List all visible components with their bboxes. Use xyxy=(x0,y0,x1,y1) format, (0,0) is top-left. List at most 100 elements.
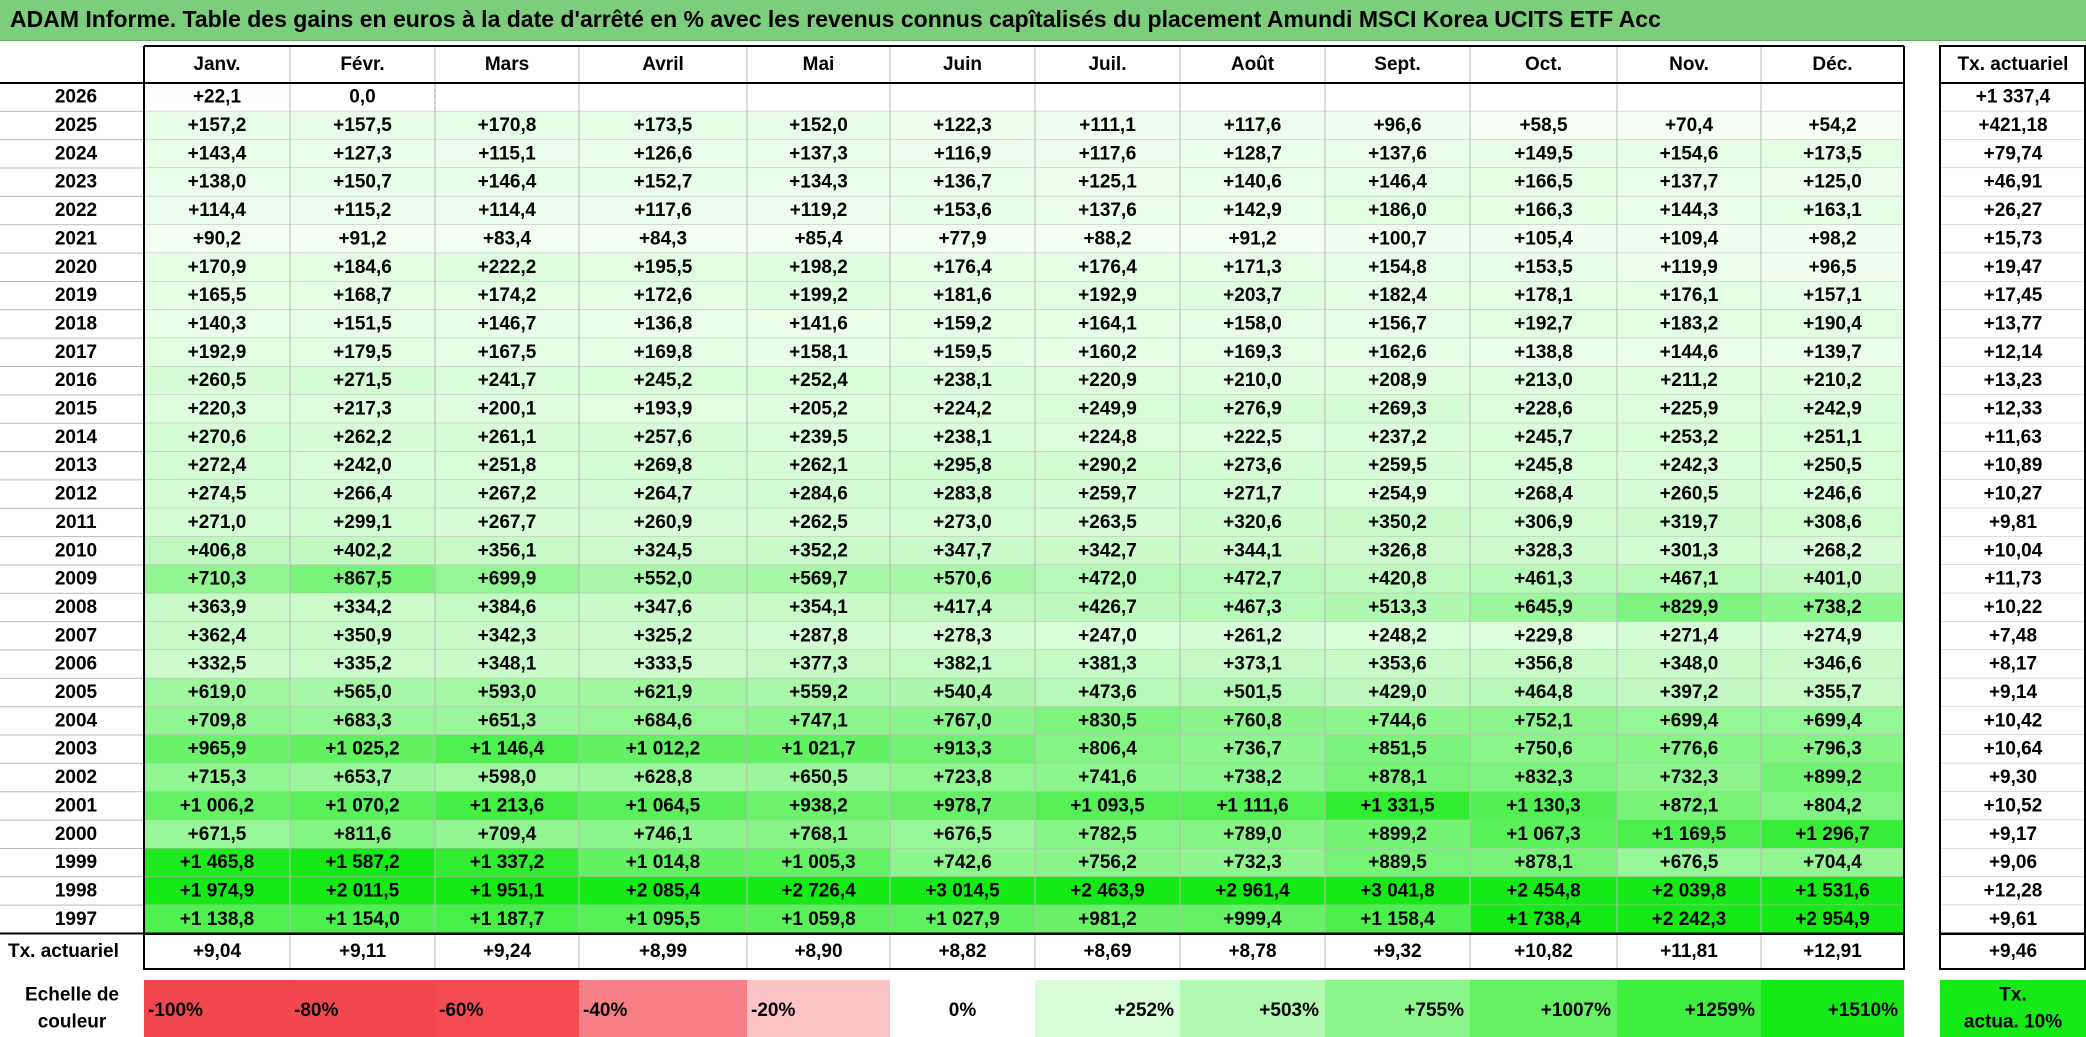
value-text: +140,6 xyxy=(1223,172,1282,193)
value-text: +186,0 xyxy=(1368,200,1427,221)
value-text: +832,3 xyxy=(1514,767,1573,788)
value-text: +171,3 xyxy=(1223,257,1282,278)
value-text: +144,6 xyxy=(1660,342,1719,363)
value-text: +2 454,8 xyxy=(1506,880,1581,901)
value-text: +152,7 xyxy=(634,172,693,193)
value-text: +273,6 xyxy=(1223,455,1282,476)
value-text: +116,9 xyxy=(934,143,992,164)
value-text: +999,4 xyxy=(1223,909,1282,930)
footer-value: +12,91 xyxy=(1803,941,1862,962)
value-text: +350,2 xyxy=(1368,512,1427,533)
value-text: +1 331,5 xyxy=(1360,795,1435,816)
value-text: +738,2 xyxy=(1803,597,1862,618)
value-text: +350,9 xyxy=(333,625,392,646)
value-text: +333,5 xyxy=(634,654,693,675)
value-text: +211,2 xyxy=(1660,370,1718,391)
value-text: +170,9 xyxy=(188,257,247,278)
value-text: +867,5 xyxy=(333,569,392,590)
value-text: 0,0 xyxy=(349,87,375,108)
value-cell xyxy=(890,83,1035,112)
value-text: +125,1 xyxy=(1078,172,1137,193)
value-text: +2 085,4 xyxy=(626,880,701,901)
value-text: +467,1 xyxy=(1660,569,1719,590)
footer-value: +8,69 xyxy=(1083,941,1131,962)
value-text: +192,7 xyxy=(1514,313,1573,334)
value-text: +242,3 xyxy=(1660,455,1719,476)
value-text: +402,2 xyxy=(333,540,392,561)
value-text: +362,4 xyxy=(188,625,247,646)
value-text: +938,2 xyxy=(789,795,848,816)
value-text: +117,6 xyxy=(1224,115,1282,136)
year-label: 2005 xyxy=(55,682,98,703)
month-header: Sept. xyxy=(1374,54,1420,75)
value-text: +290,2 xyxy=(1078,455,1137,476)
value-text: +146,4 xyxy=(1368,172,1427,193)
year-label: 2000 xyxy=(55,824,97,845)
value-text: +193,9 xyxy=(634,399,693,420)
value-text: +746,1 xyxy=(634,824,693,845)
value-text: +241,7 xyxy=(478,370,537,391)
value-text: +752,1 xyxy=(1514,710,1573,731)
footer-value: +9,24 xyxy=(483,941,532,962)
year-label: 2016 xyxy=(55,370,97,391)
value-text: +252,4 xyxy=(789,370,848,391)
value-text: +222,2 xyxy=(478,257,537,278)
value-text: +981,2 xyxy=(1078,909,1137,930)
value-text: +1 064,5 xyxy=(626,795,701,816)
scale-label: Echelle de xyxy=(25,985,119,1006)
value-text: +22,1 xyxy=(193,87,242,108)
value-text: +153,6 xyxy=(933,200,992,221)
year-label: 2002 xyxy=(55,767,97,788)
value-text: +203,7 xyxy=(1223,285,1282,306)
value-text: +85,4 xyxy=(794,228,843,249)
value-text: +96,6 xyxy=(1373,115,1421,136)
value-text: +598,0 xyxy=(478,767,537,788)
value-text: +91,2 xyxy=(338,228,386,249)
value-text: +208,9 xyxy=(1368,370,1427,391)
value-text: +332,5 xyxy=(188,654,247,675)
value-text: +676,5 xyxy=(1660,852,1719,873)
rate-text: +421,18 xyxy=(1978,115,2047,136)
value-text: +166,3 xyxy=(1514,200,1573,221)
value-text: +352,2 xyxy=(789,540,848,561)
value-text: +878,1 xyxy=(1368,767,1427,788)
month-header: Août xyxy=(1231,54,1275,75)
value-text: +205,2 xyxy=(789,399,848,420)
value-cell xyxy=(579,83,747,112)
value-text: +1 169,5 xyxy=(1652,824,1727,845)
month-header: Oct. xyxy=(1525,54,1562,75)
value-text: +169,8 xyxy=(634,342,693,363)
rate-text: +1 337,4 xyxy=(1976,87,2051,108)
value-text: +540,4 xyxy=(933,682,992,703)
value-text: +127,3 xyxy=(333,143,392,164)
value-text: +100,7 xyxy=(1368,228,1427,249)
value-text: +195,5 xyxy=(634,257,693,278)
value-cell xyxy=(1180,83,1325,112)
scale-step-label: +755% xyxy=(1404,1000,1464,1021)
value-text: +146,7 xyxy=(478,313,537,334)
year-label: 2024 xyxy=(55,143,98,164)
value-text: +324,5 xyxy=(634,540,693,561)
value-text: +88,2 xyxy=(1083,228,1131,249)
scale-step-label: -100% xyxy=(148,1000,203,1021)
value-text: +334,2 xyxy=(333,597,392,618)
rate-text: +9,17 xyxy=(1989,824,2037,845)
value-text: +263,5 xyxy=(1078,512,1137,533)
value-text: +151,5 xyxy=(333,313,392,334)
value-text: +54,2 xyxy=(1808,115,1856,136)
scale-step-label: +1510% xyxy=(1828,1000,1898,1021)
value-text: +467,3 xyxy=(1223,597,1282,618)
value-text: +1 531,6 xyxy=(1795,880,1870,901)
footer-label: Tx. actuariel xyxy=(8,941,119,962)
value-text: +747,1 xyxy=(789,710,848,731)
value-text: +1 974,9 xyxy=(180,880,255,901)
value-text: +119,9 xyxy=(1660,257,1718,278)
scale-step-label: +1007% xyxy=(1541,1000,1611,1021)
value-text: +699,4 xyxy=(1803,710,1862,731)
value-text: +1 027,9 xyxy=(925,909,1000,930)
value-text: +1 005,3 xyxy=(781,852,856,873)
value-text: +738,2 xyxy=(1223,767,1282,788)
value-text: +295,8 xyxy=(933,455,992,476)
value-text: +138,0 xyxy=(188,172,247,193)
value-text: +3 041,8 xyxy=(1360,880,1435,901)
